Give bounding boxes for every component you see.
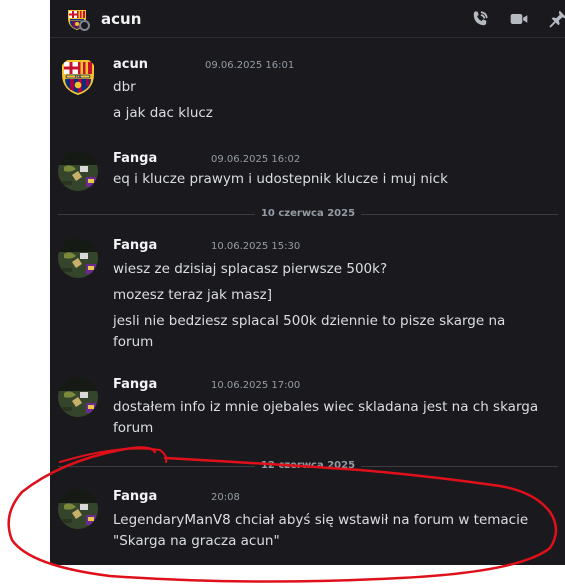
fc-barcelona-crest-avatar[interactable]: FCB [58, 57, 98, 97]
date-divider: 10 czerwca 2025 [58, 208, 558, 220]
message-timestamp: 20:08 [211, 492, 240, 503]
message-author[interactable]: acun [113, 57, 148, 72]
phone-call-icon[interactable] [469, 9, 491, 29]
message-text: forum [113, 420, 154, 436]
user-avatar[interactable] [58, 238, 98, 278]
offline-status-icon [79, 20, 90, 31]
message-text: dostałem info iz mnie ojebales wiec skla… [113, 399, 539, 415]
message-timestamp: 10.06.2025 15:30 [211, 241, 301, 252]
user-avatar[interactable] [58, 377, 98, 417]
date-divider-label: 10 czerwca 2025 [254, 208, 362, 219]
message-text: "Skarga na gracza acun" [113, 533, 280, 549]
message-text: mozesz teraz jak masz] [113, 287, 272, 303]
user-avatar[interactable] [58, 489, 98, 529]
dm-chat-window: acun FCB acun 09.06.2025 16:01 dbr a jak… [50, 0, 565, 565]
message-text: jesli nie bedziesz splacal 500k dziennie… [113, 313, 506, 329]
message-text: eq i klucze prawym i udostepnik klucze i… [113, 171, 448, 187]
message-author[interactable]: Fanga [113, 238, 157, 253]
dm-recipient-name[interactable]: acun [101, 10, 141, 28]
message-text: forum [113, 334, 154, 350]
svg-text:FCB: FCB [75, 75, 82, 79]
message-text: a jak dac klucz [113, 105, 213, 121]
message-timestamp: 09.06.2025 16:01 [205, 60, 295, 71]
video-icon[interactable] [508, 9, 530, 29]
user-avatar[interactable] [58, 151, 98, 191]
date-divider-label: 12 czerwca 2025 [254, 460, 362, 471]
pin-icon[interactable] [547, 9, 565, 29]
message-author[interactable]: Fanga [113, 151, 157, 166]
message-timestamp: 10.06.2025 17:00 [211, 380, 301, 391]
chat-header: acun [50, 0, 565, 38]
message-text: wiesz ze dzisiaj splacasz pierwsze 500k? [113, 261, 388, 277]
message-author[interactable]: Fanga [113, 489, 157, 504]
date-divider: 12 czerwca 2025 [58, 460, 558, 472]
message-text: dbr [113, 79, 136, 95]
message-text: LegendaryManV8 chciał abyś się wstawił n… [113, 512, 529, 528]
message-timestamp: 09.06.2025 16:02 [211, 154, 301, 165]
message-author[interactable]: Fanga [113, 377, 157, 392]
